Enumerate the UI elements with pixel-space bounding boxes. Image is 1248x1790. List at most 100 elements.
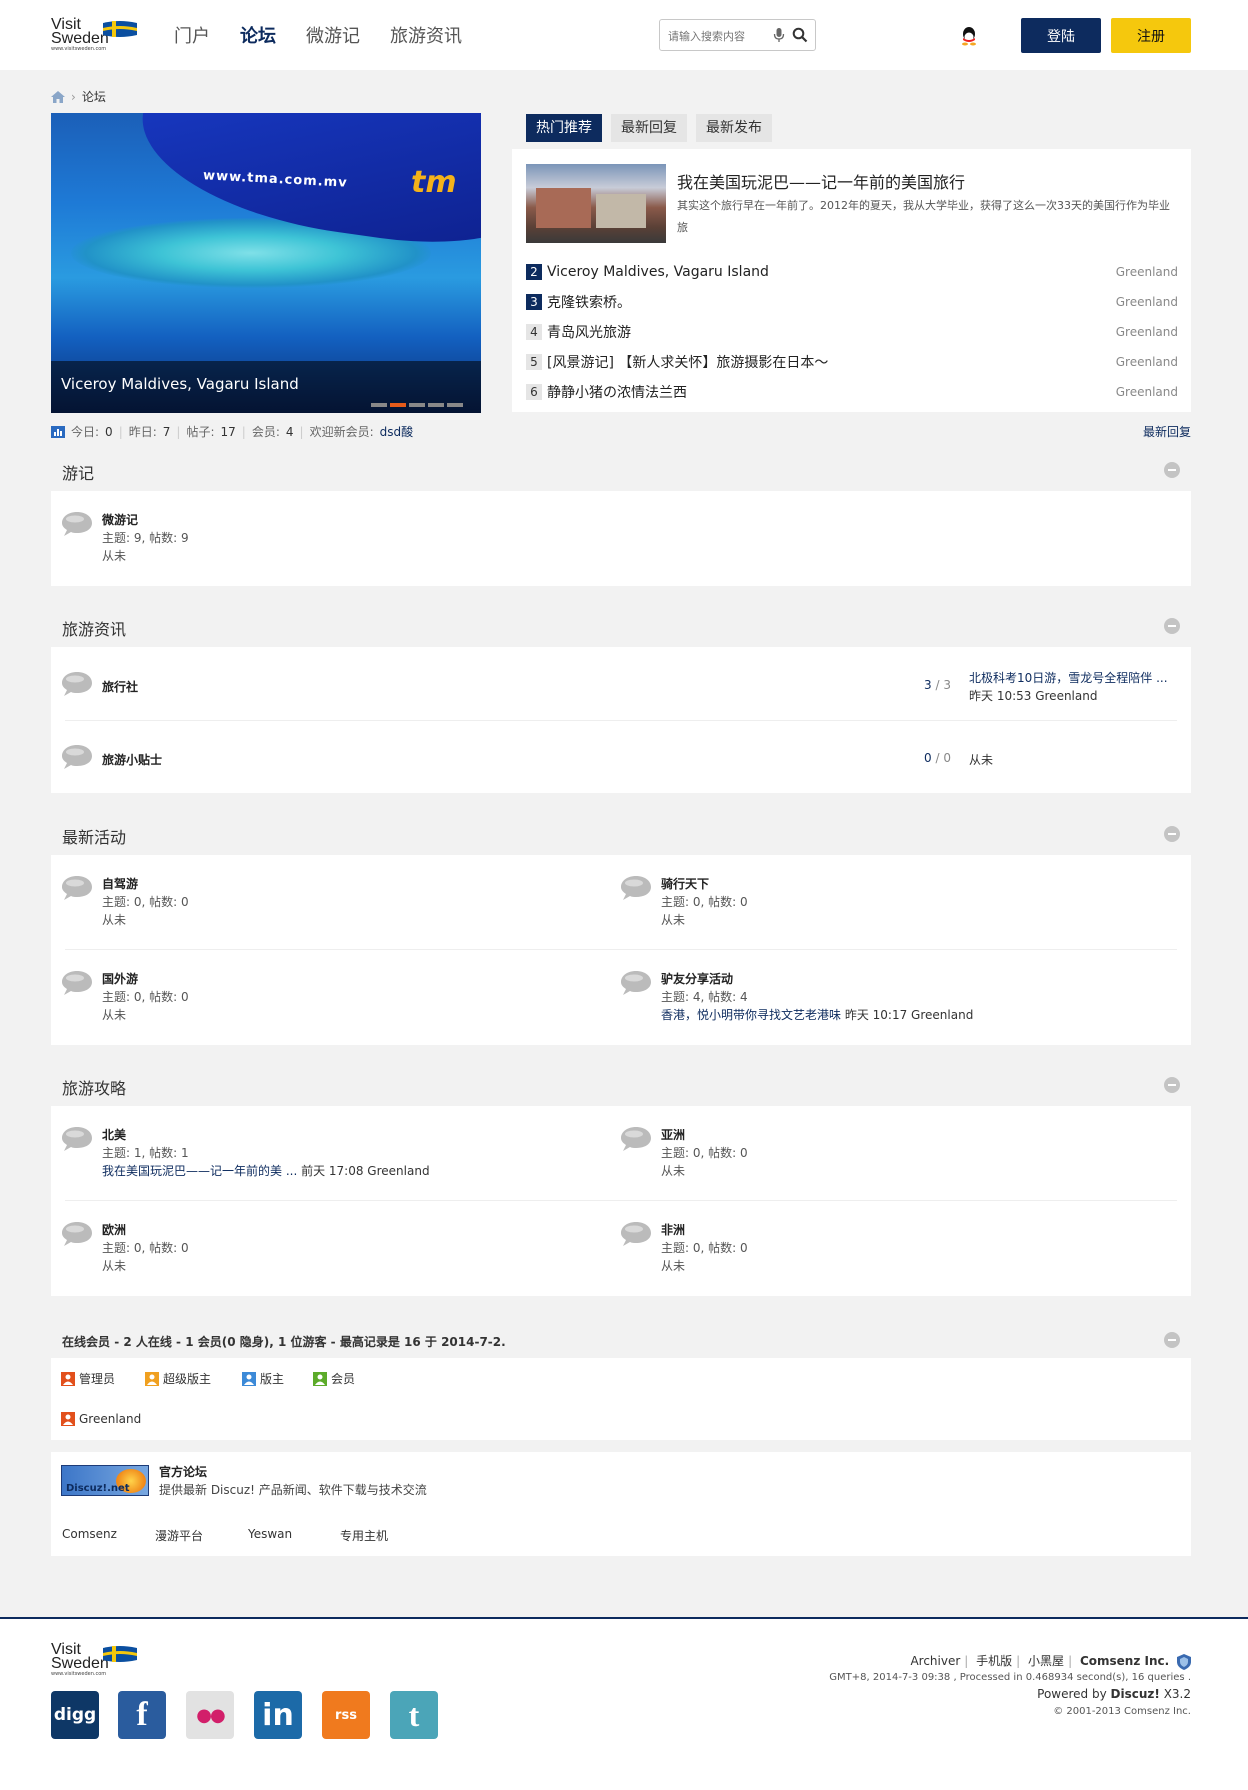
hot-item-title[interactable]: 青岛风光旅游	[547, 322, 1116, 342]
search-input[interactable]	[668, 27, 768, 45]
stat-separator: |	[176, 424, 181, 439]
partner-link[interactable]: 专用主机	[340, 1527, 388, 1544]
login-button[interactable]: 登陆	[1021, 18, 1101, 53]
section-body-gonglue: 北美 主题: 1, 帖数: 1 我在美国玩泥巴——记一年前的美 ... 前天 1…	[51, 1106, 1191, 1296]
slide-dot[interactable]	[371, 403, 387, 407]
collapse-icon[interactable]	[1164, 826, 1180, 842]
tab-latest-post[interactable]: 最新发布	[696, 114, 772, 142]
hot-item-author[interactable]: Greenland	[1116, 325, 1178, 339]
forum-name[interactable]: 旅行社	[102, 678, 138, 695]
slide-dot[interactable]	[447, 403, 463, 407]
partner-link[interactable]: Yeswan	[248, 1527, 292, 1541]
footer-logo[interactable]: Visit Sweden www.visitsweden.com	[51, 1642, 141, 1677]
hot-item-title[interactable]: 克隆铁索桥。	[547, 292, 1116, 312]
twitter-icon[interactable]: t	[390, 1691, 438, 1739]
hot-item-author[interactable]: Greenland	[1116, 385, 1178, 399]
hot-item-author[interactable]: Greenland	[1116, 355, 1178, 369]
list-item[interactable]: 5 [风景游记] 【新人求关怀】旅游摄影在日本～ Greenland	[526, 347, 1178, 377]
friend-links: Discuz!.net 官方论坛 提供最新 Discuz! 产品新闻、软件下载与…	[51, 1452, 1191, 1556]
qq-login-icon[interactable]	[960, 26, 978, 46]
hot-item-title[interactable]: 静静小猪の浓情法兰西	[547, 382, 1116, 402]
register-button[interactable]: 注册	[1111, 18, 1191, 53]
slide-dot[interactable]	[409, 403, 425, 407]
nav-portal[interactable]: 门户	[174, 22, 210, 48]
collapse-icon[interactable]	[1164, 618, 1180, 634]
forum-name[interactable]: 北美	[102, 1126, 126, 1143]
partner-link[interactable]: 漫游平台	[155, 1527, 203, 1544]
footer-copyright: © 2001-2013 Comsenz Inc.	[1053, 1706, 1191, 1717]
sweden-flag-icon	[103, 21, 137, 37]
featured-thumbnail[interactable]	[526, 164, 666, 243]
online-user-link[interactable]: Greenland	[79, 1412, 141, 1426]
partner-link[interactable]: Comsenz	[62, 1527, 117, 1541]
official-forum-link[interactable]: 官方论坛	[159, 1463, 207, 1480]
featured-slideshow[interactable]: www.tma.com.mv tm Viceroy Maldives, Vaga…	[51, 113, 481, 413]
forum-name[interactable]: 骑行天下	[661, 875, 709, 892]
forum-bubble-icon	[62, 745, 92, 769]
online-members-header[interactable]: 在线会员 - 2 人在线 - 1 会员(0 隐身), 1 位游客 - 最高记录是…	[51, 1320, 1191, 1360]
hot-item-author[interactable]: Greenland	[1116, 295, 1178, 309]
slide-dot[interactable]	[390, 403, 406, 407]
forum-name[interactable]: 自驾游	[102, 875, 138, 892]
site-footer: Visit Sweden www.visitsweden.com digg f …	[0, 1617, 1248, 1790]
slide-brand-text: tm	[411, 165, 457, 200]
forum-last-post-link[interactable]: 北极科考10日游，雪龙号全程陪伴 ...	[969, 669, 1168, 686]
thumb-house	[596, 194, 646, 228]
forum-last-post-link[interactable]: 香港，悦小明带你寻找文艺老港味	[661, 1008, 841, 1022]
collapse-icon[interactable]	[1164, 1077, 1180, 1093]
microphone-icon[interactable]	[773, 27, 785, 43]
collapse-icon[interactable]	[1164, 462, 1180, 478]
flickr-icon[interactable]: ●●	[186, 1691, 234, 1739]
tab-hot[interactable]: 热门推荐	[526, 114, 602, 142]
forum-name[interactable]: 非洲	[661, 1221, 685, 1238]
hot-item-title[interactable]: [风景游记] 【新人求关怀】旅游摄影在日本～	[547, 352, 1116, 372]
list-item[interactable]: 6 静静小猪の浓情法兰西 Greenland	[526, 377, 1178, 407]
section-header-zixun[interactable]: 旅游资讯	[51, 606, 1191, 646]
section-header-youji[interactable]: 游记	[51, 450, 1191, 490]
role-label: 版主	[260, 1372, 285, 1386]
hot-item-author[interactable]: Greenland	[1116, 265, 1178, 279]
footer-info: GMT+8, 2014-7-3 09:38 , Processed in 0.4…	[829, 1672, 1191, 1683]
site-logo[interactable]: Visit Sweden www.visitsweden.com	[51, 17, 141, 52]
stats-chart-icon	[51, 425, 65, 438]
list-item[interactable]: 3 克隆铁索桥。 Greenland	[526, 287, 1178, 317]
forum-name[interactable]: 微游记	[102, 511, 138, 528]
list-item[interactable]: 4 青岛风光旅游 Greenland	[526, 317, 1178, 347]
forum-name[interactable]: 旅游小贴士	[102, 751, 162, 768]
powered-brand[interactable]: Discuz!	[1111, 1687, 1160, 1701]
footer-mobile-link[interactable]: 手机版	[976, 1654, 1012, 1668]
section-header-gonglue[interactable]: 旅游攻略	[51, 1065, 1191, 1105]
forum-last-post: 从未	[102, 913, 127, 927]
discuz-logo[interactable]: Discuz!.net	[61, 1465, 149, 1496]
tab-latest-reply[interactable]: 最新回复	[611, 114, 687, 142]
newest-member-link[interactable]: dsd酸	[380, 423, 414, 440]
footer-blacklist-link[interactable]: 小黑屋	[1028, 1654, 1064, 1668]
online-user[interactable]: Greenland	[61, 1412, 141, 1426]
rss-icon[interactable]: rss	[322, 1691, 370, 1739]
forum-bubble-icon	[62, 1222, 92, 1246]
forum-post-count: 3	[943, 678, 951, 692]
list-item[interactable]: 2 Viceroy Maldives, Vagaru Island Greenl…	[526, 257, 1178, 287]
forum-name[interactable]: 国外游	[102, 970, 138, 987]
forum-name[interactable]: 欧洲	[102, 1221, 126, 1238]
footer-archiver-link[interactable]: Archiver	[910, 1654, 960, 1668]
hot-item-title[interactable]: Viceroy Maldives, Vagaru Island	[547, 264, 1116, 280]
featured-title[interactable]: 我在美国玩泥巴——记一年前的美国旅行	[677, 169, 965, 193]
nav-travel-news[interactable]: 旅游资讯	[390, 22, 462, 48]
nav-micro-travel[interactable]: 微游记	[306, 22, 360, 48]
slide-dot[interactable]	[428, 403, 444, 407]
digg-icon[interactable]: digg	[51, 1691, 99, 1739]
search-icon[interactable]	[792, 27, 808, 43]
forum-topic-count: 3	[924, 678, 932, 692]
nav-forum[interactable]: 论坛	[240, 22, 276, 48]
facebook-icon[interactable]: f	[118, 1691, 166, 1739]
online-title: 在线会员	[62, 1335, 111, 1349]
section-header-huodong[interactable]: 最新活动	[51, 814, 1191, 854]
home-icon[interactable]	[51, 90, 65, 103]
linkedin-icon[interactable]: in	[254, 1691, 302, 1739]
latest-reply-link[interactable]: 最新回复	[1143, 423, 1191, 440]
forum-name[interactable]: 亚洲	[661, 1126, 685, 1143]
forum-last-post-link[interactable]: 我在美国玩泥巴——记一年前的美 ...	[102, 1164, 297, 1178]
forum-name[interactable]: 驴友分享活动	[661, 970, 733, 987]
collapse-icon[interactable]	[1164, 1332, 1180, 1348]
